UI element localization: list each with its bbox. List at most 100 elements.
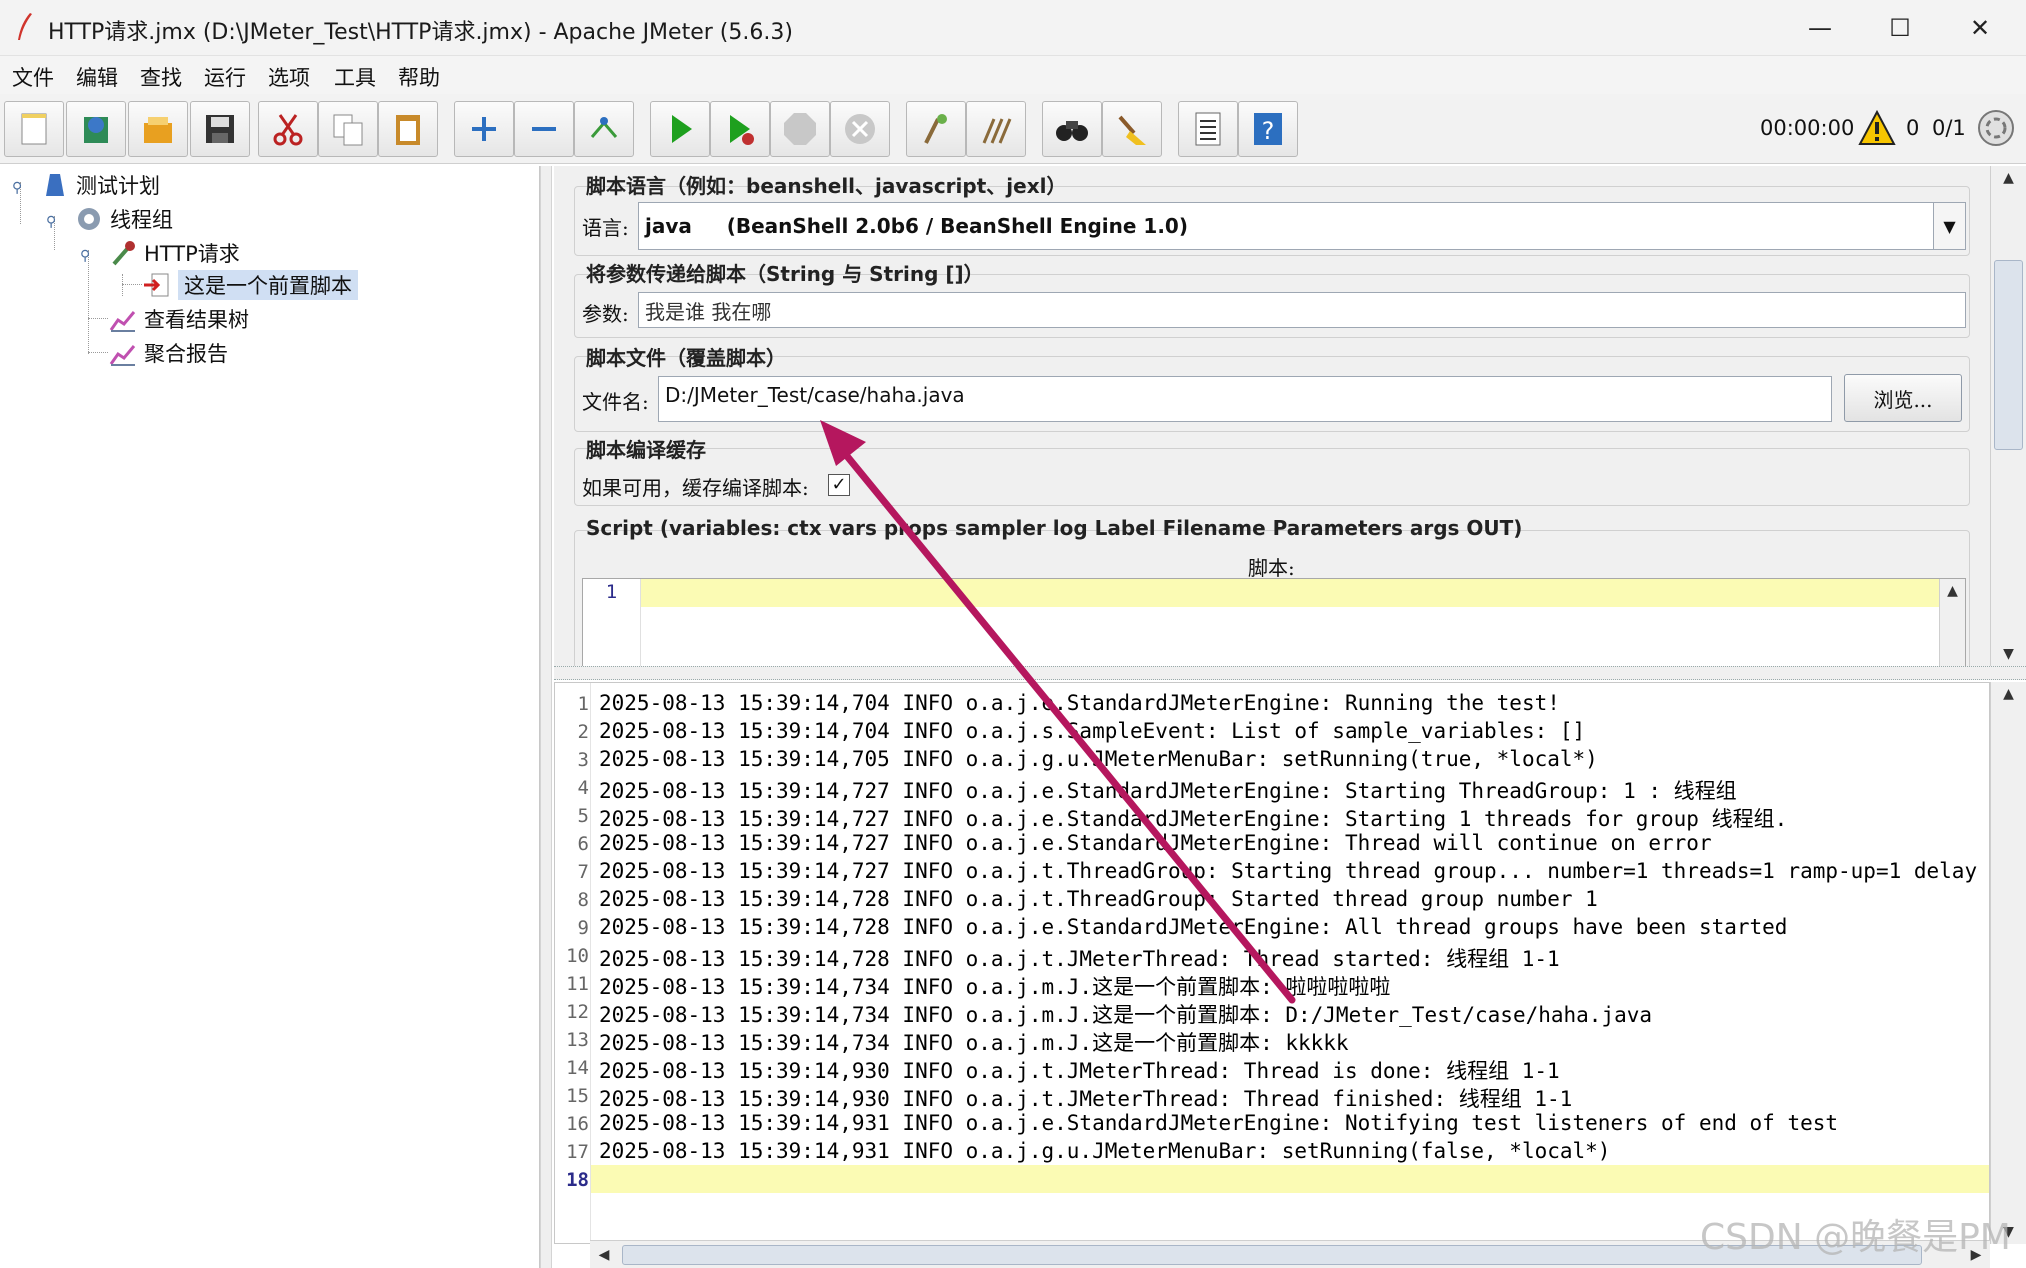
chevron-down-icon[interactable]: ▼ (1933, 203, 1965, 249)
search-button[interactable] (1042, 101, 1102, 157)
parameters-label: 参数: (582, 302, 629, 326)
templates-button[interactable] (66, 101, 126, 157)
title-bar: HTTP请求.jmx (D:\JMeter_Test\HTTP请求.jmx) -… (0, 0, 2026, 56)
stop-icon (784, 113, 816, 145)
log-splitter[interactable] (554, 666, 2026, 680)
test-plan-icon (46, 174, 64, 196)
save-button[interactable] (190, 101, 250, 157)
tree-label-test-plan: 测试计划 (76, 174, 160, 198)
editor-vertical-scrollbar[interactable]: ▲ ▼ (1990, 166, 2026, 666)
open-button[interactable] (128, 101, 188, 157)
menu-run[interactable]: 运行 (204, 62, 246, 92)
clear-button[interactable] (906, 101, 966, 157)
tree-label-http-request: HTTP请求 (144, 242, 240, 266)
log-line: 2025-08-13 15:39:14,734 INFO o.a.j.m.J.这… (599, 1031, 1349, 1055)
log-line: 2025-08-13 15:39:14,931 INFO o.a.j.g.u.J… (599, 1139, 1611, 1163)
script-file-group-title: 脚本文件（覆盖脚本） (586, 346, 786, 370)
tree-toggle-thread-group[interactable]: ⚲ (46, 214, 60, 230)
tree-node-http-request[interactable]: HTTP请求 (108, 238, 240, 268)
tree-label-results-tree: 查看结果树 (144, 308, 249, 332)
scroll-up-icon[interactable]: ▲ (1991, 682, 2026, 706)
log-line-number: 18 (566, 1169, 589, 1191)
tree-node-aggregate-report[interactable]: 聚合报告 (108, 338, 228, 368)
start-no-pause-icon (730, 115, 754, 145)
reset-search-button[interactable] (1102, 101, 1162, 157)
script-current-line (641, 579, 1939, 607)
tree-toggle-http-request[interactable]: ⚲ (80, 248, 94, 264)
start-button[interactable] (650, 101, 710, 157)
expand-button[interactable] (454, 101, 514, 157)
log-line: 2025-08-13 15:39:14,728 INFO o.a.j.e.Sta… (599, 915, 1788, 939)
clear-icon (924, 114, 947, 144)
log-viewer[interactable]: 1 2 3 4 5 6 7 8 9 10 11 12 13 14 15 16 17 18 2025-08-13 1… (554, 682, 1990, 1244)
stop-button[interactable] (770, 101, 830, 157)
log-line-number: 16 (566, 1113, 589, 1135)
menu-help[interactable]: 帮助 (398, 62, 440, 92)
log-line: 2025-08-13 15:39:14,727 INFO o.a.j.t.Thr… (599, 859, 1978, 883)
menu-file[interactable]: 文件 (12, 62, 54, 92)
log-line-number: 6 (577, 833, 589, 855)
file-name-input[interactable]: D:/JMeter_Test/case/haha.java (658, 376, 1832, 422)
editor-scroll-thumb[interactable] (1994, 260, 2023, 450)
new-icon (21, 113, 47, 145)
toggle-icon (590, 117, 618, 138)
script-label: 脚本: (1248, 556, 1295, 580)
compile-cache-checkbox[interactable]: ✓ (828, 474, 850, 496)
cut-button[interactable] (258, 101, 318, 157)
tree-node-thread-group[interactable]: 线程组 (74, 204, 173, 234)
close-button[interactable]: ✕ (1940, 0, 2020, 56)
tree-node-results-tree[interactable]: 查看结果树 (108, 304, 249, 334)
log-line: 2025-08-13 15:39:14,727 INFO o.a.j.e.Sta… (599, 807, 1788, 831)
log-line-number: 11 (566, 973, 589, 995)
compile-cache-label: 如果可用，缓存编译脚本: (582, 476, 809, 500)
listener-chart-icon (109, 345, 136, 366)
minimize-button[interactable]: — (1780, 0, 1860, 56)
scroll-up-icon[interactable]: ▲ (1991, 166, 2026, 190)
menu-options[interactable]: 选项 (268, 62, 310, 92)
log-line-number: 17 (566, 1141, 589, 1163)
menu-edit[interactable]: 编辑 (76, 62, 118, 92)
start-no-pause-button[interactable] (710, 101, 770, 157)
script-editor[interactable]: 1 ▲ (582, 578, 1966, 666)
collapse-button[interactable] (514, 101, 574, 157)
paste-button[interactable] (378, 101, 438, 157)
panel-splitter[interactable] (540, 166, 552, 1268)
log-line-number: 15 (566, 1085, 589, 1107)
toolbar: ? 00:00:00 0 0/1 (0, 94, 2026, 164)
language-label: 语言: (582, 216, 629, 240)
help-button[interactable]: ? (1238, 101, 1298, 157)
menu-bar: 文件 编辑 查找 运行 选项 工具 帮助 (0, 56, 2026, 94)
new-button[interactable] (4, 101, 64, 157)
script-line-number: 1 (605, 581, 618, 603)
copy-button[interactable] (318, 101, 378, 157)
clear-all-button[interactable] (966, 101, 1026, 157)
menu-tools[interactable]: 工具 (334, 62, 376, 92)
scroll-up-icon[interactable]: ▲ (1940, 579, 1965, 603)
menu-search[interactable]: 查找 (140, 62, 182, 92)
log-line-gutter: 1 2 3 4 5 6 7 8 9 10 11 12 13 14 15 16 17 18 (555, 683, 591, 1243)
log-line: 2025-08-13 15:39:14,930 INFO o.a.j.t.JMe… (599, 1087, 1573, 1111)
tree-node-test-plan[interactable]: 测试计划 (40, 170, 160, 200)
warning-icon[interactable] (1858, 110, 1896, 146)
scroll-left-icon[interactable]: ◀ (590, 1243, 618, 1267)
function-helper-button[interactable] (1178, 101, 1238, 157)
shutdown-button[interactable] (830, 101, 890, 157)
browse-button[interactable]: 浏览... (1844, 374, 1962, 422)
language-select[interactable]: java (BeanShell 2.0b6 / BeanShell Engine… (638, 202, 1966, 250)
maximize-button[interactable]: ☐ (1860, 0, 1940, 56)
log-line-number: 9 (577, 917, 589, 939)
templates-icon (84, 117, 108, 143)
active-thread-count: 0/1 (1932, 116, 1966, 140)
log-line-number: 13 (566, 1029, 589, 1051)
tree-node-preprocessor[interactable]: 这是一个前置脚本 (142, 270, 358, 300)
log-vertical-scrollbar[interactable]: ▲ ▼ (1990, 682, 2026, 1244)
parameters-group-title: 将参数传递给脚本（String 与 String []） (586, 262, 984, 286)
tree-toggle-test-plan[interactable]: ⚲ (12, 180, 26, 196)
tree-label-thread-group: 线程组 (110, 208, 173, 232)
scroll-down-icon[interactable]: ▼ (1991, 642, 2026, 666)
pipette-icon (112, 241, 135, 266)
log-line: 2025-08-13 15:39:14,727 INFO o.a.j.e.Sta… (599, 831, 1712, 855)
parameters-input[interactable]: 我是谁 我在哪 (638, 292, 1966, 328)
script-vertical-scrollbar[interactable]: ▲ (1939, 579, 1965, 666)
toggle-button[interactable] (574, 101, 634, 157)
